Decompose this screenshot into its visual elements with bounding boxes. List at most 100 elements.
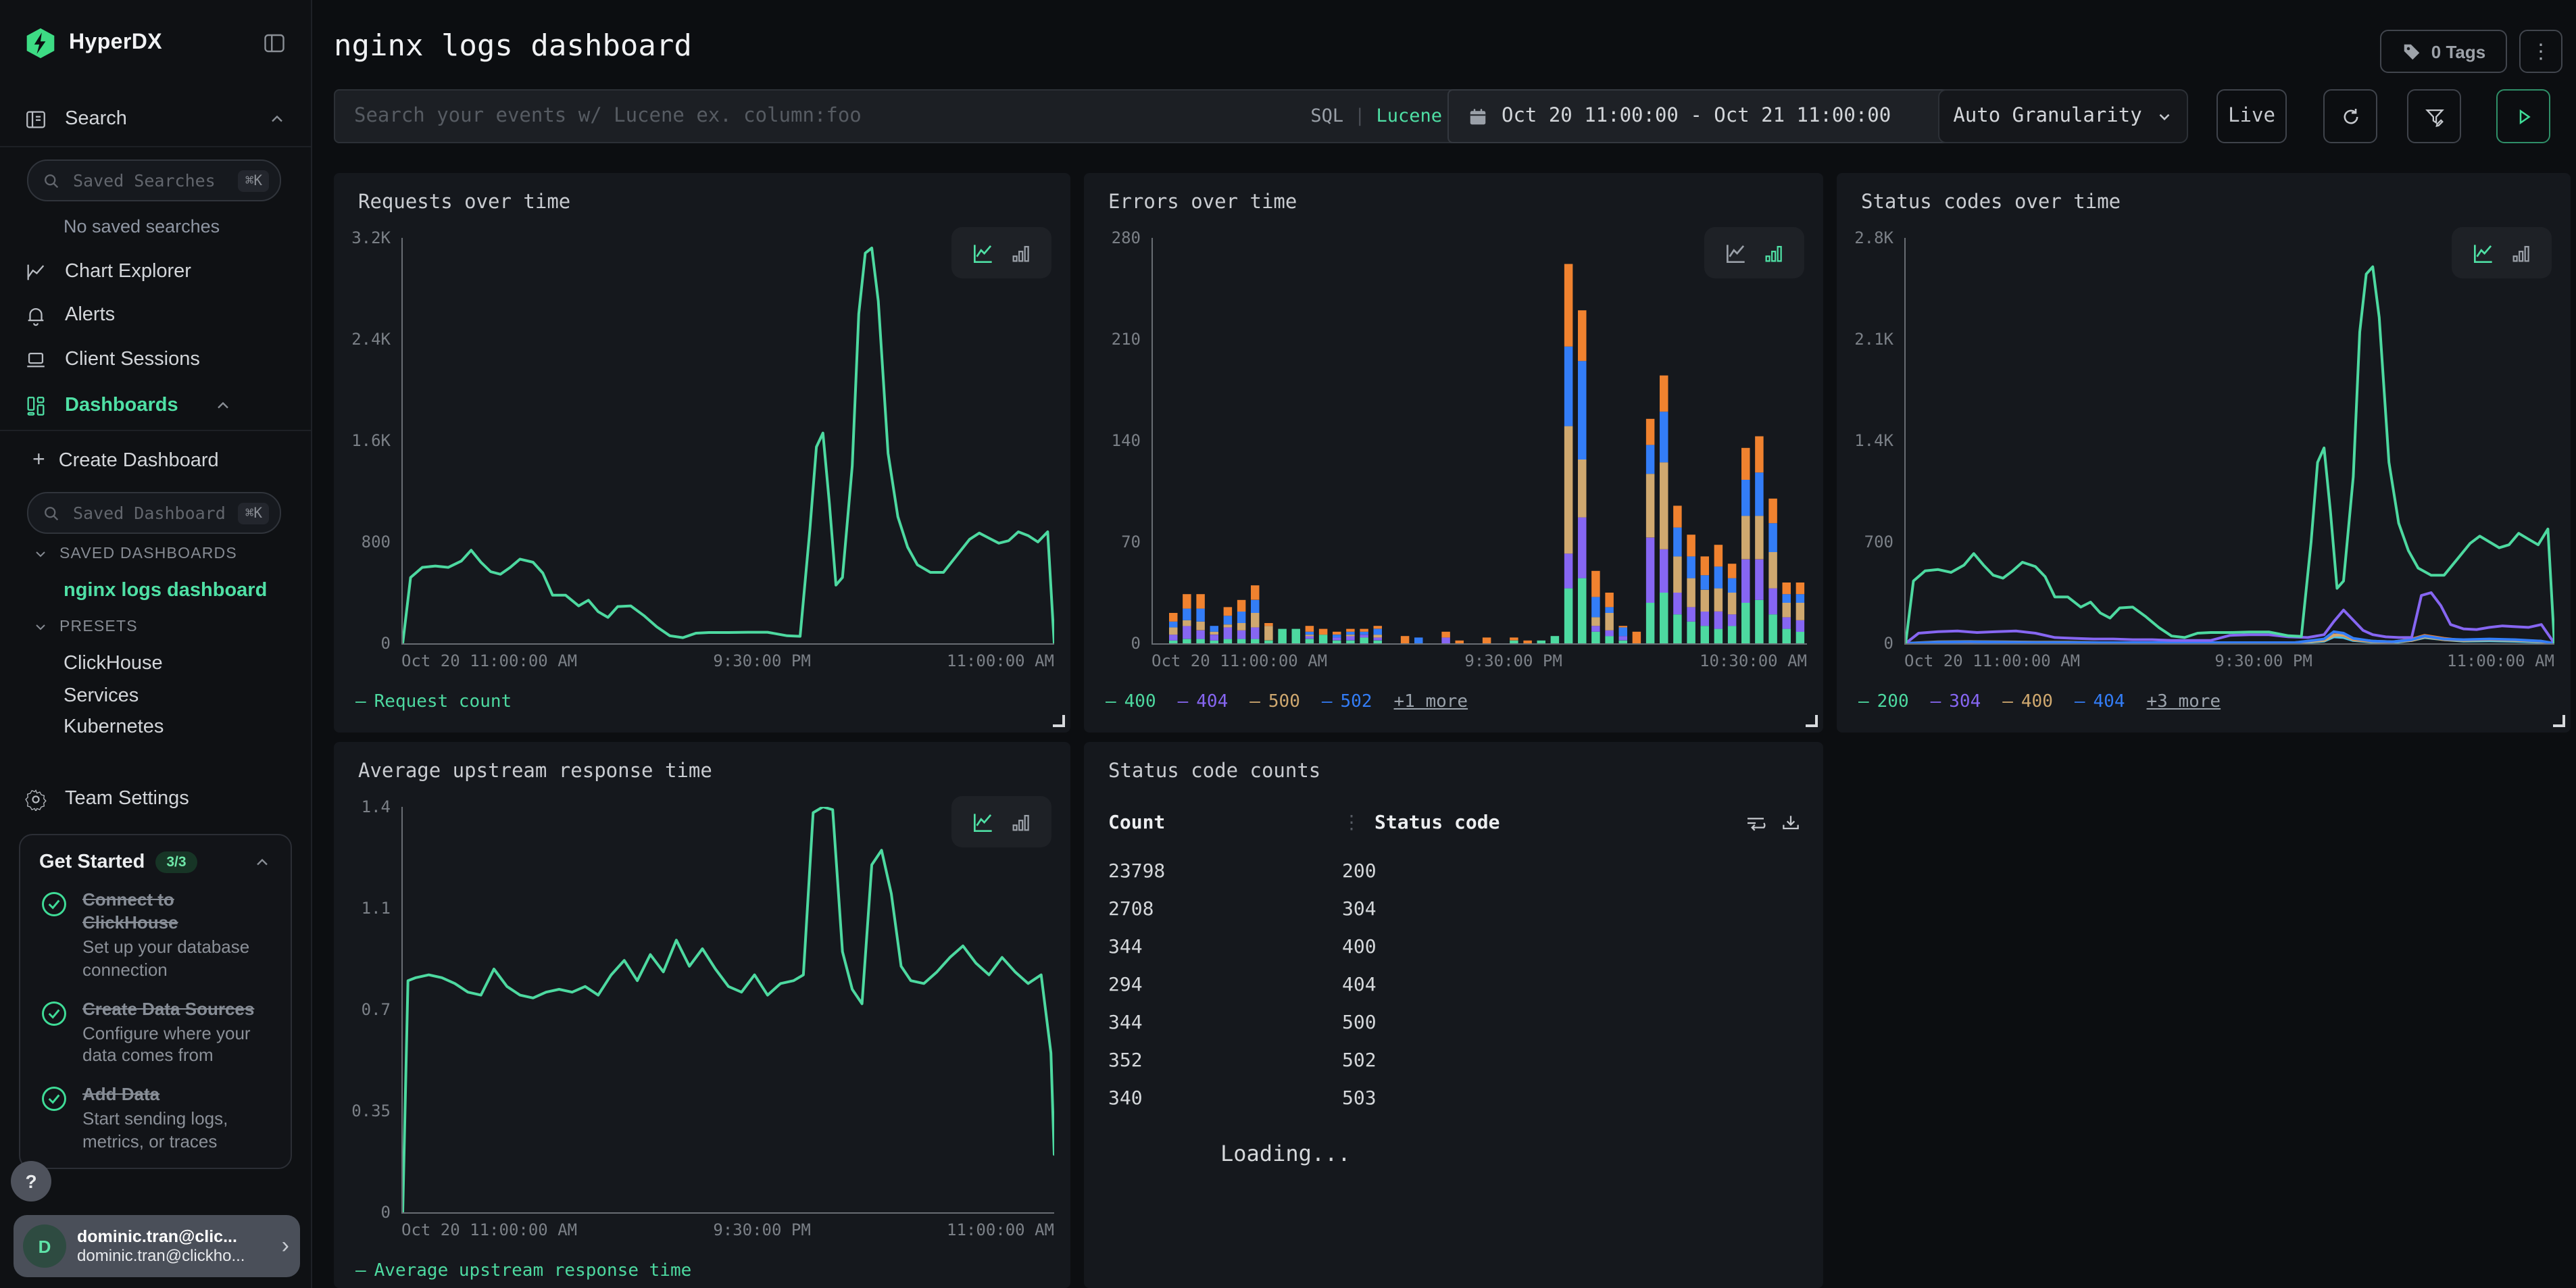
- bar-segment: [1333, 637, 1341, 640]
- download-icon[interactable]: [1766, 812, 1802, 834]
- chart-title: Errors over time: [1108, 192, 1297, 214]
- get-started-item[interactable]: Connect to ClickHouse Set up your databa…: [39, 889, 272, 982]
- plot-area[interactable]: [401, 807, 1054, 1214]
- legend-item[interactable]: —304: [1931, 692, 1981, 712]
- bar-segment: [1660, 412, 1668, 462]
- plot-area[interactable]: [1904, 238, 2554, 645]
- legend-item[interactable]: —Request count: [355, 692, 512, 712]
- bar-segment: [1346, 641, 1354, 643]
- loading-text: Loading...: [1220, 1141, 1351, 1166]
- legend-item[interactable]: —400: [1106, 692, 1156, 712]
- page-title: nginx logs dashboard: [334, 30, 692, 64]
- plot-area[interactable]: [1151, 238, 1807, 645]
- column-header-count[interactable]: Count: [1108, 812, 1342, 834]
- table-row[interactable]: 352502: [1108, 1042, 1802, 1080]
- line-series-Average upstream response time: [403, 807, 1054, 1212]
- legend-item[interactable]: —500: [1249, 692, 1300, 712]
- sidebar-item-kubernetes[interactable]: Kubernetes: [0, 716, 311, 738]
- legend-item[interactable]: —404: [2075, 692, 2125, 712]
- table-row[interactable]: 294404: [1108, 966, 1802, 1004]
- legend-item[interactable]: —502: [1322, 692, 1372, 712]
- bar-segment: [1346, 636, 1354, 640]
- sidebar-item-nginx-dashboard[interactable]: nginx logs dashboard: [0, 580, 311, 601]
- more-options-button[interactable]: ⋮: [2519, 30, 2562, 73]
- bar-segment: [1183, 609, 1191, 620]
- column-drag-handle[interactable]: ⋮: [1342, 812, 1361, 834]
- saved-dashboards-input[interactable]: [70, 501, 229, 524]
- legend-item[interactable]: —400: [2002, 692, 2053, 712]
- sidebar-item-chart-explorer[interactable]: Chart Explorer: [0, 251, 311, 292]
- refresh-button[interactable]: [2323, 89, 2377, 143]
- sidebar-item-alerts[interactable]: Alerts: [0, 295, 311, 335]
- lucene-toggle[interactable]: Lucene: [1376, 105, 1442, 127]
- resize-handle[interactable]: [1053, 715, 1065, 727]
- chart-legend: —Average upstream response time: [355, 1261, 691, 1281]
- x-axis: Oct 20 11:00:00 AM9:30:00 PM11:00:00 AM: [401, 1220, 1054, 1239]
- bar-segment: [1306, 635, 1314, 636]
- chevron-up-icon[interactable]: [253, 853, 272, 872]
- sidebar-item-dashboards[interactable]: Dashboards: [0, 385, 311, 426]
- get-started-item[interactable]: Add Data Start sending logs, metrics, or…: [39, 1085, 272, 1154]
- table-row[interactable]: 23798200: [1108, 853, 1802, 891]
- legend-item[interactable]: —Average upstream response time: [355, 1261, 691, 1281]
- bar-segment: [1728, 626, 1736, 643]
- plot-area[interactable]: [401, 238, 1054, 645]
- saved-dashboards-search[interactable]: ⌘K: [27, 492, 281, 534]
- tags-button[interactable]: 0 Tags: [2380, 30, 2507, 73]
- granularity-select[interactable]: Auto Granularity: [1938, 89, 2188, 143]
- event-search-input[interactable]: [351, 104, 1310, 128]
- wrap-lines-icon[interactable]: [1731, 812, 1766, 834]
- bar-segment: [1374, 635, 1382, 637]
- chevron-up-icon[interactable]: [214, 396, 232, 415]
- bar-segment: [1578, 361, 1586, 460]
- sidebar-item-client-sessions[interactable]: Client Sessions: [0, 339, 311, 380]
- table-row[interactable]: 344400: [1108, 928, 1802, 966]
- legend-item[interactable]: —200: [1858, 692, 1909, 712]
- live-button[interactable]: Live: [2216, 89, 2287, 143]
- event-search-bar[interactable]: SQL | Lucene: [334, 89, 1460, 143]
- check-circle-icon: [39, 1085, 69, 1154]
- bar-segment: [1360, 637, 1368, 643]
- column-header-status-code[interactable]: Status code: [1374, 812, 1500, 834]
- y-tick-label: 2.4K: [351, 330, 391, 349]
- bar-segment: [1196, 594, 1204, 608]
- date-range-picker[interactable]: Oct 20 11:00:00 - Oct 21 11:00:00: [1447, 89, 1964, 143]
- bar-segment: [1537, 641, 1545, 643]
- sidebar-item-team-settings[interactable]: Team Settings: [0, 778, 311, 819]
- y-tick-label: 280: [1112, 228, 1141, 247]
- bar-segment: [1401, 636, 1409, 643]
- get-started-card: Get Started 3/3 Connect to ClickHouse Se…: [19, 834, 292, 1169]
- create-dashboard-button[interactable]: + Create Dashboard: [0, 441, 311, 481]
- bar-segment: [1360, 629, 1368, 632]
- user-menu[interactable]: D dominic.tran@clic... dominic.tran@clic…: [14, 1215, 300, 1277]
- sidebar-item-services[interactable]: Services: [0, 685, 311, 707]
- bar-segment: [1346, 629, 1354, 632]
- legend-more-link[interactable]: +1 more: [1394, 692, 1468, 712]
- x-axis: Oct 20 11:00:00 AM9:30:00 PM11:00:00 AM: [1904, 651, 2554, 670]
- chevron-up-icon[interactable]: [268, 109, 287, 128]
- filter-button[interactable]: [2407, 89, 2461, 143]
- saved-searches-input[interactable]: [70, 169, 229, 192]
- run-query-button[interactable]: [2496, 89, 2550, 143]
- sql-toggle[interactable]: SQL: [1310, 105, 1343, 127]
- presets-group[interactable]: PRESETS: [0, 619, 311, 635]
- resize-handle[interactable]: [2553, 715, 2565, 727]
- bar-segment: [1605, 593, 1613, 607]
- x-tick-label: 11:00:00 AM: [947, 651, 1054, 670]
- table-row[interactable]: 340503: [1108, 1080, 1802, 1118]
- help-button[interactable]: ?: [11, 1161, 51, 1202]
- bar-segment: [1196, 622, 1204, 630]
- bar-segment: [1728, 578, 1736, 593]
- collapse-sidebar-icon[interactable]: [262, 31, 287, 55]
- table-row[interactable]: 344500: [1108, 1004, 1802, 1042]
- get-started-item[interactable]: Create Data Sources Configure where your…: [39, 998, 272, 1068]
- cell-count: 23798: [1108, 861, 1342, 883]
- resize-handle[interactable]: [1806, 715, 1818, 727]
- saved-dashboards-group[interactable]: SAVED DASHBOARDS: [0, 546, 311, 562]
- legend-item[interactable]: —404: [1178, 692, 1229, 712]
- sidebar-section-search[interactable]: Search: [0, 97, 311, 141]
- sidebar-item-clickhouse[interactable]: ClickHouse: [0, 653, 311, 674]
- saved-searches-search[interactable]: ⌘K: [27, 159, 281, 201]
- legend-more-link[interactable]: +3 more: [2147, 692, 2221, 712]
- table-row[interactable]: 2708304: [1108, 891, 1802, 928]
